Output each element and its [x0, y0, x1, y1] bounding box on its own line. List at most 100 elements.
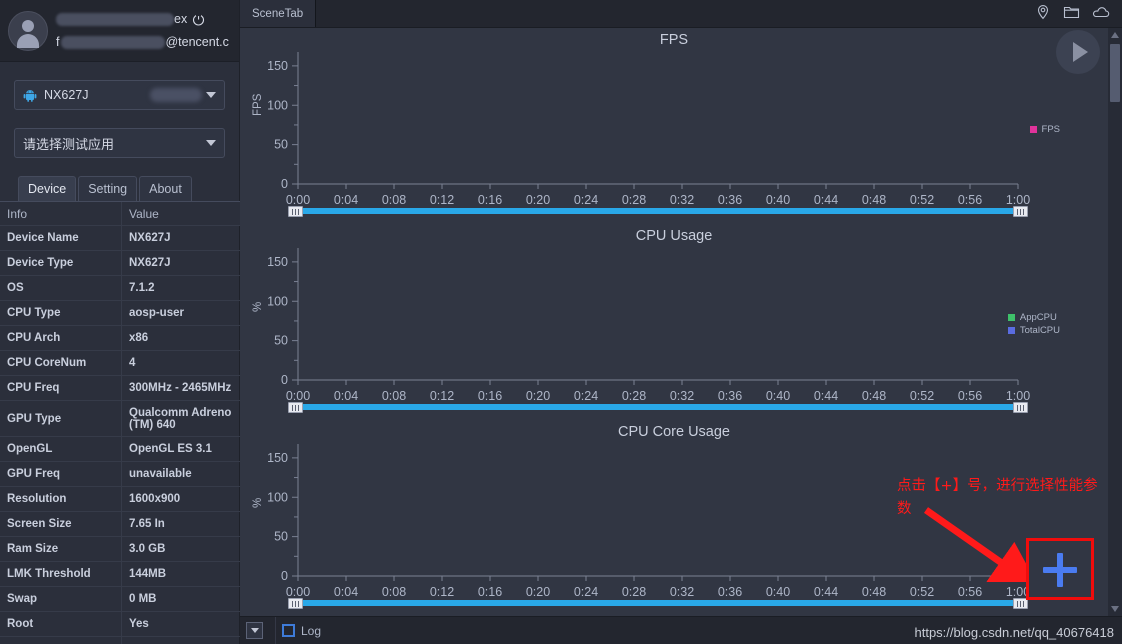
slider-track[interactable]	[296, 208, 1020, 214]
info-key: LMK Threshold	[0, 562, 122, 586]
chart-plot-axes: 0 50 100 150 0:00 0:04 0:08 0:12 0:16 0:20 0:24 0:2…	[267, 52, 1030, 207]
info-value: NX627J	[129, 257, 171, 269]
slider-track[interactable]	[296, 600, 1020, 606]
add-parameter-button[interactable]	[1026, 538, 1094, 600]
svg-text:0:20: 0:20	[526, 193, 550, 207]
svg-text:0:48: 0:48	[862, 389, 886, 403]
legend-item[interactable]: TotalCPU	[1007, 325, 1060, 336]
app-dropdown[interactable]: 请选择测试应用	[14, 128, 225, 158]
scrollbar-thumb[interactable]	[1110, 44, 1120, 102]
info-key: Device Type	[0, 251, 122, 275]
table-row[interactable]: Swap 0 MB	[0, 587, 240, 612]
info-key: Resolution	[0, 487, 122, 511]
watermark: https://blog.csdn.net/qq_40676418	[914, 625, 1115, 640]
cloud-icon[interactable]	[1092, 4, 1110, 25]
table-row[interactable]: CPU Type aosp-user	[0, 301, 240, 326]
time-range-slider[interactable]	[288, 598, 1028, 609]
table-row[interactable]: OS 7.1.2	[0, 276, 240, 301]
svg-text:100: 100	[267, 490, 288, 504]
legend-item[interactable]: AppCPU	[1007, 312, 1060, 323]
tab-device[interactable]: Device	[18, 176, 77, 201]
scroll-down-arrow-icon[interactable]	[1111, 606, 1119, 612]
chart-plot-axes: 0 50 100 150 0:00 0:04 0:08 0:12 0:16 0:20 0:24 0:2…	[267, 248, 1030, 403]
svg-text:0:04: 0:04	[334, 585, 358, 599]
svg-text:100: 100	[267, 294, 288, 308]
table-row[interactable]: CPU Arch x86	[0, 326, 240, 351]
scene-tabbar: SceneTab	[240, 0, 1122, 28]
table-row[interactable]: Screen Size 7.65 In	[0, 512, 240, 537]
table-row[interactable]	[0, 637, 240, 644]
table-row[interactable]: CPU Freq 300MHz - 2465MHz	[0, 376, 240, 401]
slider-handle-left[interactable]	[288, 598, 303, 609]
info-key: Swap	[0, 587, 122, 611]
svg-text:0:32: 0:32	[670, 389, 694, 403]
info-value: 3.0 GB	[129, 543, 166, 555]
power-icon[interactable]	[192, 13, 205, 26]
vertical-scrollbar[interactable]	[1108, 28, 1122, 616]
scroll-up-arrow-icon[interactable]	[1111, 32, 1119, 38]
time-range-slider[interactable]	[288, 206, 1028, 217]
table-row[interactable]: Ram Size 3.0 GB	[0, 537, 240, 562]
legend-label: FPS	[1041, 124, 1060, 135]
svg-text:0:12: 0:12	[430, 585, 454, 599]
info-key: OS	[0, 276, 122, 300]
account-text-block: ex f @tencent.c	[56, 8, 231, 54]
info-value: Qualcomm Adreno (TM) 640	[129, 406, 232, 431]
tab-about[interactable]: About	[139, 176, 192, 201]
log-toggle[interactable]: Log	[275, 616, 321, 644]
info-value: x86	[129, 332, 149, 344]
slider-track[interactable]	[296, 404, 1020, 410]
svg-text:0:28: 0:28	[622, 389, 646, 403]
legend-item[interactable]: FPS	[1029, 124, 1060, 135]
info-key: GPU Type	[0, 401, 122, 436]
folder-icon[interactable]	[1063, 4, 1080, 25]
play-button[interactable]	[1056, 30, 1100, 74]
svg-text:1:00: 1:00	[1006, 389, 1030, 403]
chevron-down-icon	[206, 140, 216, 146]
table-row[interactable]: OpenGL OpenGL ES 3.1	[0, 437, 240, 462]
svg-text:0:00: 0:00	[286, 389, 310, 403]
chart-1: FPS FPS 0 50 100 150 0:00 0:04 0:08 0:12 0:16 0:20 0…	[240, 28, 1108, 224]
table-row[interactable]: Device Name NX627J	[0, 226, 240, 251]
account-email-suffix: @tencent.c	[165, 35, 229, 49]
table-header-row: Info Value	[0, 202, 240, 226]
info-value: unavailable	[129, 468, 192, 480]
svg-text:0:44: 0:44	[814, 389, 838, 403]
table-row[interactable]: Device Type NX627J	[0, 251, 240, 276]
svg-text:0:08: 0:08	[382, 193, 406, 207]
info-value: 7.65 In	[129, 518, 165, 530]
info-key: Device Name	[0, 226, 122, 250]
tab-scenetab[interactable]: SceneTab	[240, 0, 317, 27]
log-checkbox-icon[interactable]	[282, 624, 295, 637]
table-row[interactable]: CPU CoreNum 4	[0, 351, 240, 376]
table-row[interactable]: LMK Threshold 144MB	[0, 562, 240, 587]
redacted-name	[56, 12, 174, 26]
location-pin-icon[interactable]	[1035, 4, 1051, 25]
svg-text:0:56: 0:56	[958, 389, 982, 403]
svg-text:0:28: 0:28	[622, 193, 646, 207]
annotation-arrow-icon	[923, 507, 1030, 582]
slider-handle-left[interactable]	[288, 206, 303, 217]
svg-text:50: 50	[274, 138, 288, 152]
svg-text:0:48: 0:48	[862, 193, 886, 207]
sidebar-tabs: Device Setting About	[18, 176, 239, 201]
table-row[interactable]: Resolution 1600x900	[0, 487, 240, 512]
sidebar: ex f @tencent.c NX627J 请选择测试应用 Device Se…	[0, 0, 240, 644]
slider-handle-left[interactable]	[288, 402, 303, 413]
svg-text:0:32: 0:32	[670, 585, 694, 599]
svg-text:0:20: 0:20	[526, 389, 550, 403]
collapse-button[interactable]	[246, 622, 263, 639]
table-row[interactable]: Root Yes	[0, 612, 240, 637]
table-row[interactable]: GPU Freq unavailable	[0, 462, 240, 487]
info-value: OpenGL ES 3.1	[129, 443, 212, 455]
table-row[interactable]: GPU Type Qualcomm Adreno (TM) 640	[0, 401, 240, 437]
tab-setting[interactable]: Setting	[78, 176, 138, 201]
chevron-down-icon	[206, 92, 216, 98]
device-dropdown[interactable]: NX627J	[14, 80, 225, 110]
time-range-slider[interactable]	[288, 402, 1028, 413]
svg-text:0: 0	[281, 569, 288, 583]
info-value: 1600x900	[129, 493, 181, 505]
svg-text:150: 150	[267, 451, 288, 465]
slider-handle-right[interactable]	[1013, 402, 1028, 413]
slider-handle-right[interactable]	[1013, 206, 1028, 217]
